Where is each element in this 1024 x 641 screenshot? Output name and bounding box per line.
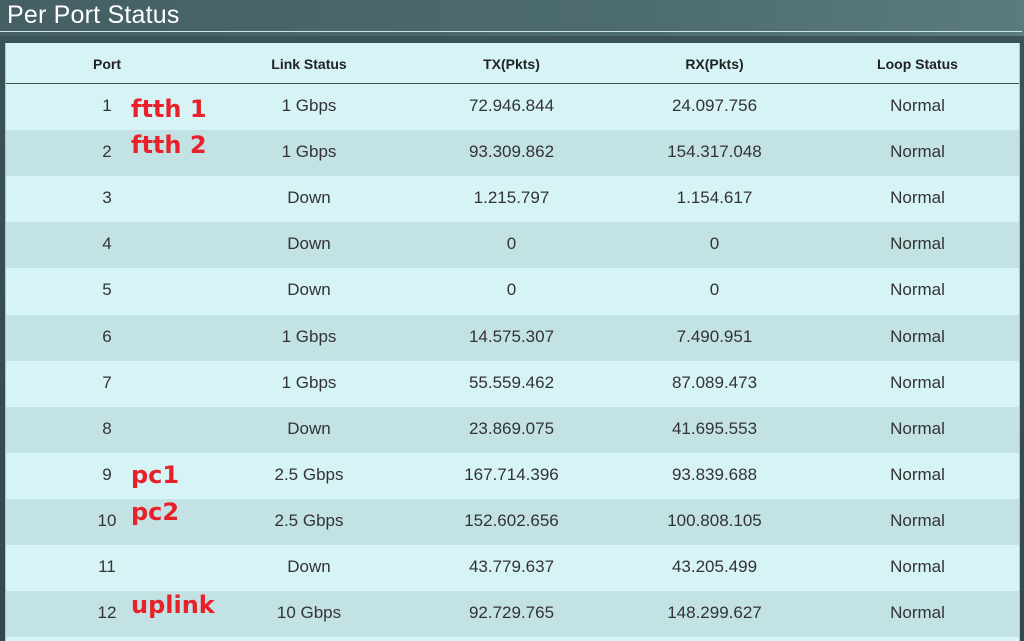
- port-cell: 5: [102, 280, 112, 300]
- title-bar: Per Port Status: [0, 0, 1024, 36]
- table-row: 4 Down 0 0 Normal: [6, 222, 1019, 269]
- rx-cell: 43.205.499: [671, 557, 758, 576]
- loop-status-cell: Normal: [890, 142, 945, 162]
- port-annotation: uplink: [131, 591, 215, 619]
- rx-cell: 148.299.627: [667, 603, 762, 623]
- tx-cell: 152.602.656: [464, 510, 559, 530]
- page-title: Per Port Status: [7, 1, 180, 29]
- rx-cell: 41.695.553: [671, 418, 758, 438]
- tx-cell: 92.729.765: [468, 603, 555, 623]
- loop-status-cell: Normal: [890, 603, 945, 623]
- tx-cell: 0: [506, 234, 517, 254]
- port-cell: 4: [102, 234, 112, 254]
- link-status-cell: Down: [287, 280, 331, 300]
- loop-status-cell: Normal: [890, 234, 945, 254]
- port-cell: 3: [102, 188, 112, 208]
- loop-status-cell: Normal: [890, 372, 945, 392]
- link-status-cell: 2.5 Gbps: [274, 464, 344, 484]
- rx-cell: 87.089.473: [671, 372, 758, 392]
- port-annotation: ftth 2: [131, 131, 207, 159]
- table-row: 6 1 Gbps 14.575.307 7.490.951 Normal: [6, 314, 1019, 361]
- table-row: 5 Down 0 0 Normal: [6, 268, 1019, 315]
- tx-cell: 72.946.844: [468, 96, 555, 115]
- title-divider: [0, 31, 1022, 32]
- table-row: 11 Down 43.779.637 43.205.499 Normal: [6, 545, 1019, 591]
- tx-cell: 93.309.862: [468, 142, 555, 162]
- tx-cell: 23.869.075: [468, 418, 555, 438]
- rx-cell: 0: [709, 234, 720, 254]
- link-status-cell: 1 Gbps: [281, 142, 337, 162]
- column-header-rx: RX(Pkts): [685, 56, 744, 72]
- column-header-port: Port: [93, 56, 121, 72]
- port-annotation: ftth 1: [131, 95, 207, 123]
- port-cell: 8: [102, 418, 112, 438]
- rx-cell: 1.154.617: [676, 188, 753, 208]
- column-header-tx: TX(Pkts): [483, 56, 540, 72]
- link-status-cell: 2.5 Gbps: [274, 510, 344, 530]
- tx-cell: 0: [506, 280, 517, 300]
- tx-cell: 43.779.637: [468, 557, 555, 576]
- table-header: Port Link Status TX(Pkts) RX(Pkts) Loop …: [6, 43, 1019, 84]
- link-status-cell: Down: [287, 557, 331, 576]
- rx-cell: 0: [709, 280, 720, 300]
- rx-cell: 7.490.951: [676, 326, 753, 346]
- loop-status-cell: Normal: [890, 280, 945, 300]
- column-header-loop-status: Loop Status: [877, 56, 958, 72]
- loop-status-cell: Normal: [890, 464, 945, 484]
- tx-cell: 14.575.307: [468, 326, 555, 346]
- rx-cell: 154.317.048: [667, 142, 762, 162]
- table-row: 7 1 Gbps 55.559.462 87.089.473 Normal: [6, 360, 1019, 407]
- port-cell: 7: [102, 372, 112, 392]
- loop-status-cell: Normal: [890, 418, 945, 438]
- column-header-link-status: Link Status: [271, 56, 347, 72]
- rx-cell: 24.097.756: [671, 96, 758, 115]
- rx-cell: 100.808.105: [667, 510, 762, 530]
- link-status-cell: Down: [287, 418, 331, 438]
- port-annotation: pc1: [131, 461, 180, 489]
- port-cell: 11: [98, 557, 116, 576]
- loop-status-cell: Normal: [890, 510, 945, 530]
- table-row: 3 Down 1.215.797 1.154.617 Normal: [6, 176, 1019, 223]
- port-annotation: pc2: [131, 498, 180, 526]
- tx-cell: 1.215.797: [473, 188, 550, 208]
- link-status-cell: 1 Gbps: [281, 326, 337, 346]
- loop-status-cell: Normal: [890, 96, 945, 115]
- loop-status-cell: Normal: [890, 557, 945, 576]
- tx-cell: 167.714.396: [464, 464, 559, 484]
- window: Per Port Status Port Link Status TX(Pkts…: [0, 0, 1024, 641]
- link-status-cell: 10 Gbps: [276, 603, 342, 623]
- loop-status-cell: Normal: [890, 188, 945, 208]
- loop-status-cell: Normal: [890, 326, 945, 346]
- link-status-cell: 1 Gbps: [281, 96, 337, 115]
- link-status-cell: Down: [287, 188, 331, 208]
- table-row: 8 Down 23.869.075 41.695.553 Normal: [6, 406, 1019, 453]
- link-status-cell: 1 Gbps: [281, 372, 337, 392]
- link-status-cell: Down: [287, 234, 331, 254]
- rx-cell: 93.839.688: [671, 464, 758, 484]
- tx-cell: 55.559.462: [468, 372, 555, 392]
- port-cell: 6: [102, 326, 112, 346]
